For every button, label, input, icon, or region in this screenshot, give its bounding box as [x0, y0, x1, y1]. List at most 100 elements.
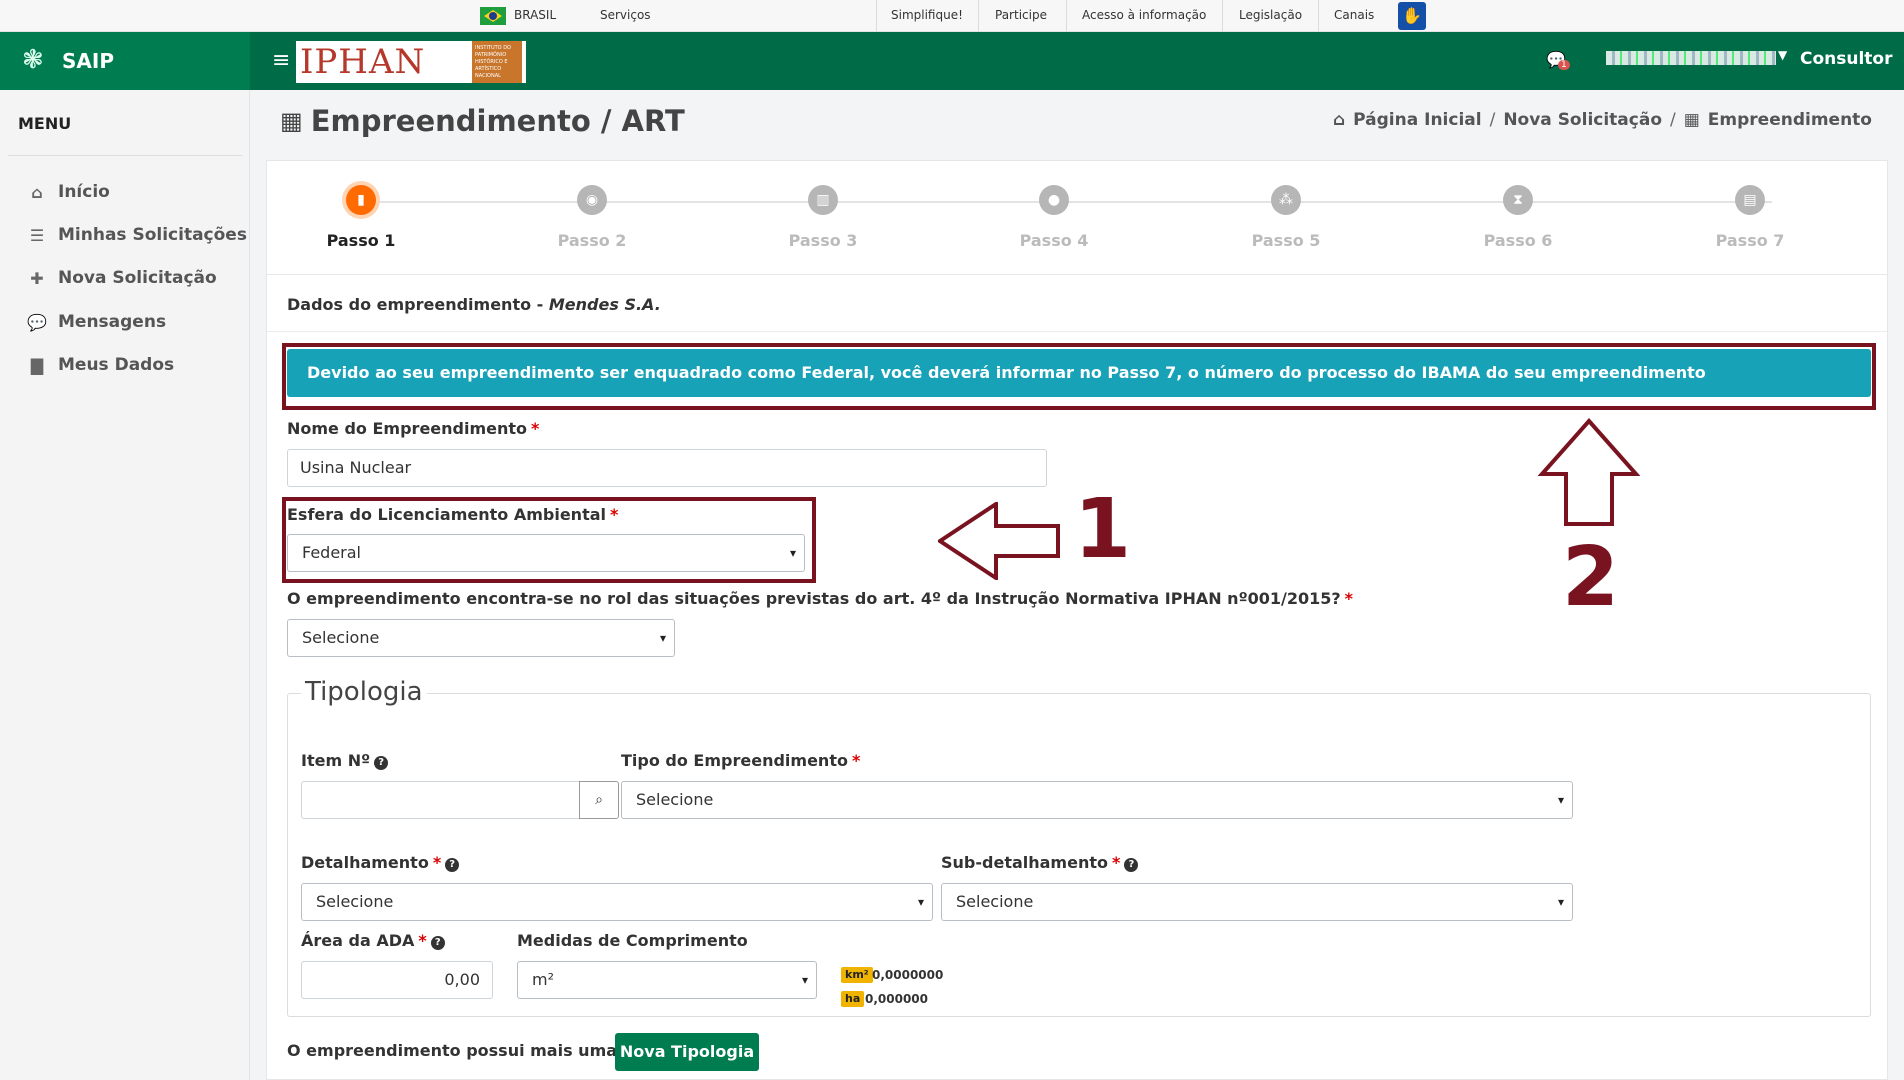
step-4-map-marker-icon: ● — [1039, 185, 1069, 215]
annotation-number-2: 2 — [1562, 530, 1620, 625]
stepper: ▮ Passo 1 ◉ Passo 2 ▥ Passo 3 ● Passo 4 … — [267, 161, 1887, 275]
item-label: Item Nº? — [301, 751, 389, 770]
sidebar-item-inicio[interactable]: ⌂ Início — [26, 180, 110, 204]
step-4-label: Passo 4 — [1019, 231, 1089, 250]
medidas-label: Medidas de Comprimento — [517, 931, 748, 950]
chevron-down-icon: ▾ — [789, 546, 796, 560]
nome-input[interactable]: Usina Nuclear — [287, 449, 1047, 487]
brand-name[interactable]: SAIP — [62, 49, 114, 73]
required-asterisk: * — [851, 751, 861, 770]
iphan-logo-tag: INSTITUTO DO PATRIMÔNIO HISTÓRICO E ARTÍ… — [472, 41, 522, 83]
subdetalhamento-select-value: Selecione — [956, 892, 1034, 911]
question-circle-icon[interactable]: ? — [430, 936, 445, 950]
brazil-flag-icon — [480, 7, 506, 25]
top-navbar: ≡ IPHAN INSTITUTO DO PATRIMÔNIO HISTÓRIC… — [250, 32, 1904, 90]
sidebar-item-minhas-solicitacoes[interactable]: ☰ Minhas Solicitações — [26, 223, 247, 247]
step-3-map-icon: ▥ — [808, 185, 838, 215]
hamburger-menu-icon[interactable]: ≡ — [272, 48, 290, 73]
area-label-text: Área da ADA — [301, 931, 415, 950]
sidebar-item-label: Minhas Solicitações — [58, 225, 247, 245]
gov-bar: BRASIL Serviços Simplifique! Participe A… — [0, 0, 1904, 32]
section-heading: Dados do empreendimento - Mendes S.A. — [287, 295, 661, 314]
plus-icon: ✚ — [30, 268, 44, 288]
gov-link-acesso[interactable]: Acesso à informação — [1082, 8, 1206, 22]
step-3[interactable]: ▥ Passo 3 — [773, 185, 873, 250]
rol-label-text: O empreendimento encontra-se no rol das … — [287, 589, 1341, 608]
gov-link-canais[interactable]: Canais — [1334, 8, 1374, 22]
chevron-down-icon: ▾ — [1557, 793, 1564, 807]
required-asterisk: * — [432, 853, 442, 872]
gov-country-link[interactable]: BRASIL — [514, 8, 556, 22]
ha-badge: ha — [841, 991, 865, 1007]
step-3-label: Passo 3 — [788, 231, 858, 250]
step-2[interactable]: ◉ Passo 2 — [542, 185, 642, 250]
sidebar-item-label: Mensagens — [58, 312, 167, 332]
sidebar-title: MENU — [18, 114, 72, 133]
gov-link-legislacao[interactable]: Legislação — [1239, 8, 1302, 22]
messages-badge: 1 — [1558, 60, 1570, 70]
messages-icon[interactable]: 💬 1 — [1546, 50, 1570, 70]
required-asterisk: * — [1111, 853, 1121, 872]
nome-label-text: Nome do Empreendimento — [287, 419, 528, 438]
chevron-down-icon: ▾ — [1557, 895, 1564, 909]
subdetalhamento-select[interactable]: Selecione ▾ — [941, 883, 1573, 921]
section-heading-label: Dados do empreendimento - — [287, 295, 549, 314]
annotation-number-1: 1 — [1074, 482, 1132, 577]
sidebar-item-label: Meus Dados — [58, 355, 175, 375]
step-6[interactable]: ⧗ Passo 6 — [1468, 185, 1568, 250]
accessibility-icon[interactable]: ✋ — [1398, 2, 1426, 30]
esfera-label: Esfera do Licenciamento Ambiental * — [287, 505, 618, 524]
step-6-hourglass-icon: ⧗ — [1503, 185, 1533, 215]
step-5[interactable]: ⁂ Passo 5 — [1236, 185, 1336, 250]
comments-icon: 💬 — [27, 312, 47, 332]
sidebar-item-label: Nova Solicitação — [58, 268, 217, 288]
detalhamento-select[interactable]: Selecione ▾ — [301, 883, 933, 921]
breadcrumb-building-icon: ▦ — [1683, 110, 1700, 130]
iphan-logo[interactable]: IPHAN INSTITUTO DO PATRIMÔNIO HISTÓRICO … — [296, 41, 526, 83]
required-asterisk: * — [531, 419, 540, 438]
item-input[interactable] — [301, 781, 581, 819]
step-2-globe-icon: ◉ — [577, 185, 607, 215]
sidebar-item-nova-solicitacao[interactable]: ✚ Nova Solicitação — [26, 266, 217, 290]
list-icon: ☰ — [29, 225, 45, 245]
breadcrumb-home[interactable]: Página Inicial — [1353, 110, 1481, 130]
question-circle-icon[interactable]: ? — [374, 756, 389, 770]
required-asterisk: * — [418, 931, 427, 950]
medidas-select-value: m² — [532, 970, 554, 989]
rol-select[interactable]: Selecione ▾ — [287, 619, 675, 657]
question-circle-icon[interactable]: ? — [445, 858, 460, 872]
step-1[interactable]: ▮ Passo 1 — [311, 185, 411, 250]
detalhamento-select-value: Selecione — [316, 892, 394, 911]
item-search-button[interactable]: ⌕ — [579, 781, 619, 819]
step-1-label: Passo 1 — [326, 231, 396, 250]
user-name-redacted[interactable] — [1606, 51, 1776, 65]
tipo-select[interactable]: Selecione ▾ — [621, 781, 1573, 819]
sidebar-item-mensagens[interactable]: 💬 Mensagens — [26, 310, 166, 334]
step-1-tablet-icon: ▮ — [346, 185, 376, 215]
tipologia-legend: Tipologia — [301, 677, 427, 707]
required-asterisk: * — [610, 505, 619, 524]
user-dropdown-caret-icon[interactable]: ▼ — [1778, 48, 1787, 62]
nova-tipologia-button[interactable]: Nova Tipologia — [615, 1033, 759, 1071]
sidebar-divider — [8, 155, 242, 156]
page-title: ▦ Empreendimento / ART — [280, 104, 685, 138]
step-7-archive-icon: ▤ — [1735, 185, 1765, 215]
esfera-select[interactable]: Federal ▾ — [287, 534, 805, 572]
sidebar-item-meus-dados[interactable]: ▇ Meus Dados — [26, 353, 174, 377]
annotation-arrow-up-icon — [1538, 418, 1640, 526]
step-7[interactable]: ▤ Passo 7 — [1700, 185, 1800, 250]
detalhamento-label: Detalhamento *? — [301, 853, 460, 872]
gov-link-simplifique[interactable]: Simplifique! — [891, 8, 963, 22]
search-icon: ⌕ — [595, 792, 603, 808]
gov-link-participe[interactable]: Participe — [995, 8, 1047, 22]
step-6-label: Passo 6 — [1483, 231, 1553, 250]
step-4[interactable]: ● Passo 4 — [1004, 185, 1104, 250]
km2-badge: km² — [841, 967, 873, 983]
medidas-select[interactable]: m² ▾ — [517, 961, 817, 999]
ha-value: 0,000000 — [865, 992, 929, 1006]
area-input[interactable]: 0,00 — [301, 961, 493, 999]
question-circle-icon[interactable]: ? — [1124, 858, 1139, 872]
brand-header: ❃ SAIP — [0, 32, 250, 90]
gov-servicos-link[interactable]: Serviços — [600, 8, 651, 22]
breadcrumb-nova-solicitacao[interactable]: Nova Solicitação — [1503, 110, 1662, 130]
